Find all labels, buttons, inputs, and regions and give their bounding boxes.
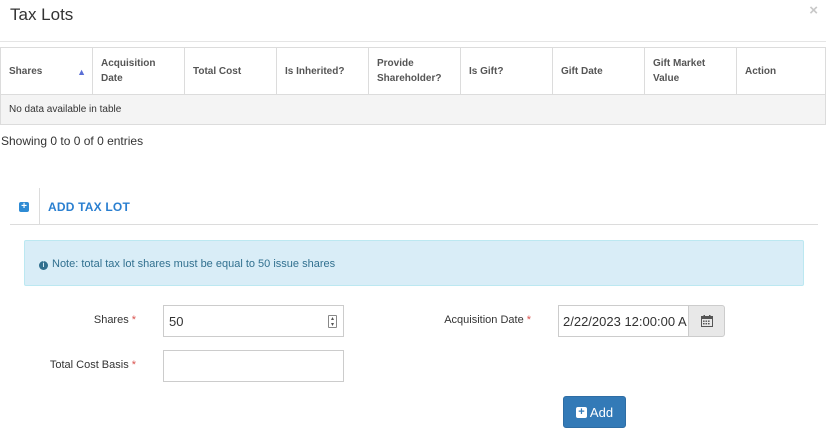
add-tax-lot-header[interactable]: + ADD TAX LOT [10, 188, 818, 225]
info-circle-icon: i [39, 261, 48, 270]
header-divider [39, 188, 40, 225]
tax-lots-table: Shares ▲ Acquisition Date Total Cost Is … [0, 47, 826, 125]
column-header-is-gift[interactable]: Is Gift? [460, 47, 553, 95]
close-icon[interactable]: × [809, 2, 818, 19]
shares-label: Shares * [93, 314, 136, 326]
total-cost-basis-input[interactable] [163, 350, 344, 382]
info-alert: i Note: total tax lot shares must be equa… [24, 240, 804, 286]
table-header-row: Shares ▲ Acquisition Date Total Cost Is … [0, 47, 826, 95]
column-header-gift-market-value[interactable]: Gift Market Value [644, 47, 737, 95]
empty-table-message: No data available in table [0, 94, 826, 125]
add-button[interactable]: + Add [563, 396, 626, 428]
column-header-gift-date[interactable]: Gift Date [552, 47, 645, 95]
acquisition-date-label: Acquisition Date * [444, 314, 531, 326]
plus-square-icon: + [575, 406, 587, 418]
column-header-provide-shareholder[interactable]: Provide Shareholder? [368, 47, 461, 95]
required-marker: * [526, 314, 531, 326]
table-row: No data available in table [0, 94, 826, 125]
column-header-shares[interactable]: Shares ▲ [0, 47, 93, 95]
table-info: Showing 0 to 0 of 0 entries [1, 134, 144, 148]
required-marker: * [131, 314, 136, 326]
add-tax-lot-title[interactable]: ADD TAX LOT [48, 200, 130, 214]
column-header-is-inherited[interactable]: Is Inherited? [276, 47, 369, 95]
info-alert-text: Note: total tax lot shares must be equal… [52, 258, 336, 270]
sort-ascending-icon[interactable]: ▲ [77, 65, 86, 80]
column-header-acquisition-date[interactable]: Acquisition Date [92, 47, 185, 95]
required-marker: * [131, 359, 136, 371]
column-header-action: Action [736, 47, 826, 95]
calendar-icon [701, 315, 713, 327]
title-divider [0, 41, 826, 42]
shares-input[interactable]: 50 ▴ ▾ [163, 305, 344, 337]
acquisition-date-input[interactable]: 2/22/2023 12:00:00 A [558, 305, 689, 337]
column-header-total-cost[interactable]: Total Cost [184, 47, 277, 95]
number-stepper-icon[interactable]: ▴ ▾ [328, 315, 337, 328]
calendar-button[interactable] [688, 305, 725, 337]
plus-square-icon[interactable]: + [19, 202, 29, 212]
modal-title: Tax Lots [10, 5, 74, 24]
total-cost-basis-label: Total Cost Basis * [49, 359, 136, 371]
